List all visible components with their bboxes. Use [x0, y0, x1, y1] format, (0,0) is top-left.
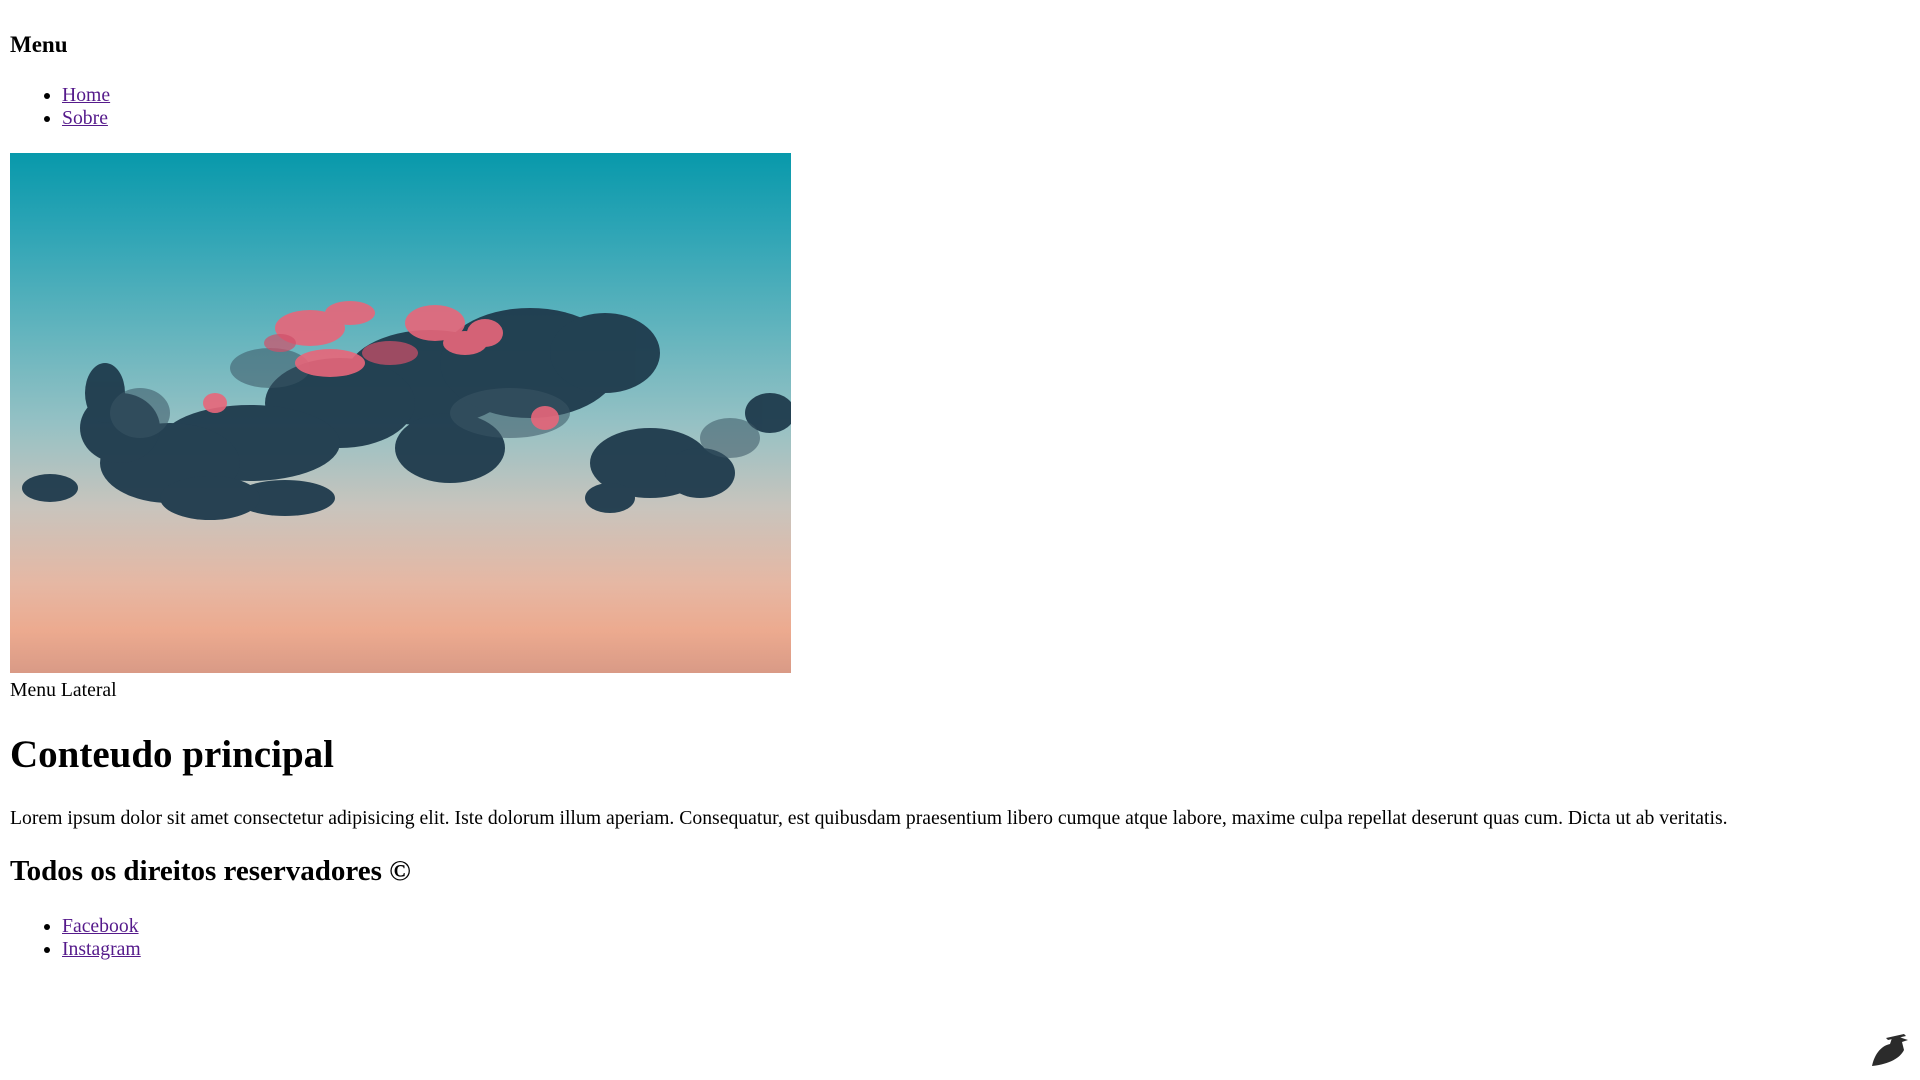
social-item-instagram: Instagram — [62, 938, 141, 961]
main-title: Conteudo principal — [10, 733, 334, 776]
social-item-facebook: Facebook — [62, 915, 141, 938]
sidebar-label: Menu Lateral — [10, 679, 117, 701]
main-paragraph: Lorem ipsum dolor sit amet consectetur a… — [10, 807, 1728, 829]
nav-list: Home Sobre — [10, 84, 110, 131]
instagram-link[interactable]: Instagram — [62, 938, 141, 960]
hero-image — [10, 153, 791, 673]
cloud-illustration — [22, 301, 791, 520]
menu-title: Menu — [10, 32, 68, 57]
social-list: Facebook Instagram — [10, 915, 141, 962]
nav-item-home: Home — [62, 84, 110, 107]
nav-item-sobre: Sobre — [62, 107, 110, 130]
footer-title: Todos os direitos reservadores © — [10, 855, 411, 887]
bird-logo-icon[interactable] — [1864, 1024, 1910, 1070]
facebook-link[interactable]: Facebook — [62, 915, 139, 937]
nav-link-home[interactable]: Home — [62, 84, 110, 106]
nav-link-sobre[interactable]: Sobre — [62, 107, 108, 129]
